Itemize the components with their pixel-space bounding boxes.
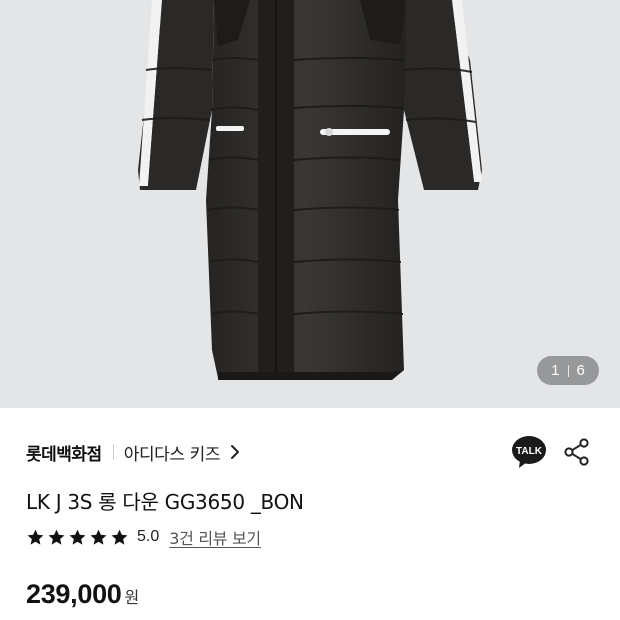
pager-separator bbox=[567, 364, 569, 377]
product-title: LK J 3S 롱 다운 GG3650 _BON bbox=[26, 490, 304, 514]
rating-value: 5.0 bbox=[137, 528, 160, 545]
currency: 원 bbox=[124, 588, 140, 607]
share-icon bbox=[564, 438, 589, 466]
pager-total: 6 bbox=[576, 362, 585, 379]
star-icon bbox=[90, 529, 107, 545]
review-link[interactable]: 3건 리뷰 보기 bbox=[169, 525, 261, 549]
star-icon bbox=[111, 529, 128, 545]
star-icon bbox=[27, 529, 44, 545]
store-name[interactable]: 롯데백화점 bbox=[26, 440, 102, 465]
brand-row: 롯데백화점 아디다스 키즈 bbox=[26, 437, 466, 467]
price-row: 239,000 원 bbox=[26, 579, 139, 610]
jacket-illustration bbox=[138, 0, 482, 380]
star-icon bbox=[69, 529, 86, 545]
star-icon bbox=[48, 529, 65, 545]
brand-divider bbox=[112, 444, 114, 460]
chevron-right-icon[interactable] bbox=[230, 444, 240, 460]
pager-current: 1 bbox=[551, 362, 560, 379]
brand-link[interactable]: 아디다스 키즈 bbox=[124, 440, 221, 465]
star-rating bbox=[26, 528, 129, 547]
talk-label: TALK bbox=[516, 446, 543, 457]
kakao-talk-button[interactable]: TALK bbox=[511, 434, 547, 470]
product-image[interactable]: 1 6 bbox=[0, 0, 620, 408]
rating-row: 5.0 3건 리뷰 보기 bbox=[26, 526, 261, 548]
image-pager: 1 6 bbox=[537, 356, 599, 385]
kakao-talk-icon: TALK bbox=[512, 436, 546, 468]
share-button[interactable] bbox=[562, 437, 592, 467]
price: 239,000 bbox=[26, 579, 122, 609]
